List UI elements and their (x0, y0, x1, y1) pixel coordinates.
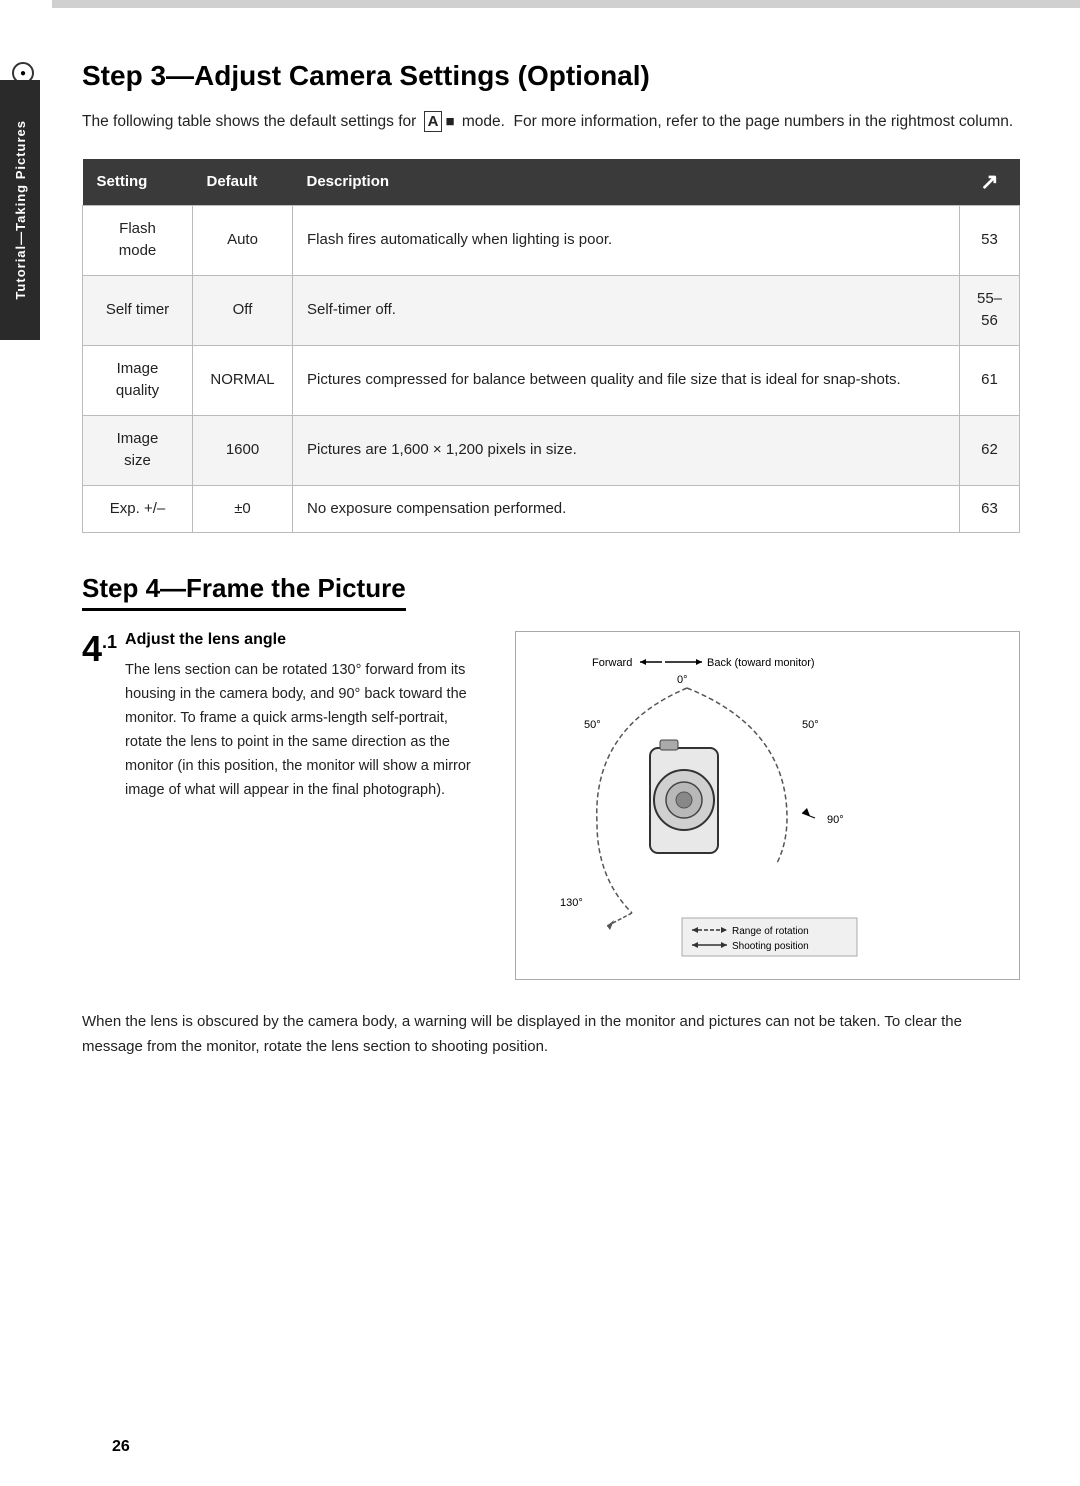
cell-setting: Self timer (83, 275, 193, 345)
cell-description: Flash fires automatically when lighting … (293, 205, 960, 275)
col-header-page: ↗ (960, 159, 1020, 206)
label-50-left: 50° (584, 719, 601, 731)
substep-4-1: 4.1 Adjust the lens angle The lens secti… (82, 631, 1020, 980)
legend-shooting-label: Shooting position (732, 941, 809, 952)
legend-range-label: Range of rotation (732, 926, 809, 937)
label-forward: Forward (592, 657, 632, 669)
mode-icon-camera: ■ (445, 113, 454, 130)
step3-intro: The following table shows the default se… (82, 110, 1020, 135)
substep-sup: .1 (102, 633, 117, 651)
label-50-right: 50° (802, 719, 819, 731)
main-content: Step 3—Adjust Camera Settings (Optional)… (52, 0, 1080, 1486)
cell-page: 63 (960, 485, 1020, 533)
sidebar: ● Tutorial—Taking Pictures (0, 0, 52, 1486)
cell-page: 61 (960, 345, 1020, 415)
substep-body: The lens section can be rotated 130° for… (125, 659, 485, 803)
lens-diagram-svg: Forward Back (toward monitor) 0° 50° 50° (532, 648, 872, 958)
cell-default: Off (193, 275, 293, 345)
table-row: Exp. +/–±0No exposure compensation perfo… (83, 485, 1020, 533)
cell-setting: Imagequality (83, 345, 193, 415)
step3-heading: Step 3—Adjust Camera Settings (Optional) (82, 60, 1020, 92)
col-header-setting: Setting (83, 159, 193, 206)
substep-title: Adjust the lens angle (125, 631, 485, 649)
cell-description: Pictures are 1,600 × 1,200 pixels in siz… (293, 415, 960, 485)
substep-text-column: Adjust the lens angle The lens section c… (125, 631, 485, 803)
sidebar-tab: Tutorial—Taking Pictures (0, 80, 40, 340)
label-0deg: 0° (677, 674, 688, 686)
cell-description: No exposure compensation performed. (293, 485, 960, 533)
table-row: ImagequalityNORMALPictures compressed fo… (83, 345, 1020, 415)
cell-page: 55–56 (960, 275, 1020, 345)
cell-description: Self-timer off. (293, 275, 960, 345)
cell-setting: Flashmode (83, 205, 193, 275)
step4-bottom-text: When the lens is obscured by the camera … (82, 1010, 1020, 1060)
cell-default: 1600 (193, 415, 293, 485)
page-number: 26 (112, 1438, 130, 1456)
cell-default: ±0 (193, 485, 293, 533)
col-header-default: Default (193, 159, 293, 206)
sidebar-label: Tutorial—Taking Pictures (13, 120, 28, 300)
cell-setting: Imagesize (83, 415, 193, 485)
col-header-description: Description (293, 159, 960, 206)
label-back: Back (toward monitor) (707, 657, 815, 669)
cell-page: 53 (960, 205, 1020, 275)
cell-default: NORMAL (193, 345, 293, 415)
settings-table: Setting Default Description ↗ FlashmodeA… (82, 159, 1020, 534)
step4-heading: Step 4—Frame the Picture (82, 573, 406, 611)
cell-description: Pictures compressed for balance between … (293, 345, 960, 415)
table-row: FlashmodeAutoFlash fires automatically w… (83, 205, 1020, 275)
table-row: Imagesize1600Pictures are 1,600 × 1,200 … (83, 415, 1020, 485)
cell-setting: Exp. +/– (83, 485, 193, 533)
viewfinder (660, 740, 678, 750)
cell-page: 62 (960, 415, 1020, 485)
substep-number: 4 (82, 631, 102, 667)
label-90deg: 90° (827, 814, 844, 826)
lens-diagram: Forward Back (toward monitor) 0° 50° 50° (515, 631, 1020, 980)
label-130deg: 130° (560, 897, 583, 909)
table-row: Self timerOffSelf-timer off.55–56 (83, 275, 1020, 345)
cell-default: Auto (193, 205, 293, 275)
mode-icon-a: A (424, 111, 443, 132)
lens-center (676, 792, 692, 808)
intro-text-before: The following table shows the default se… (82, 113, 416, 130)
